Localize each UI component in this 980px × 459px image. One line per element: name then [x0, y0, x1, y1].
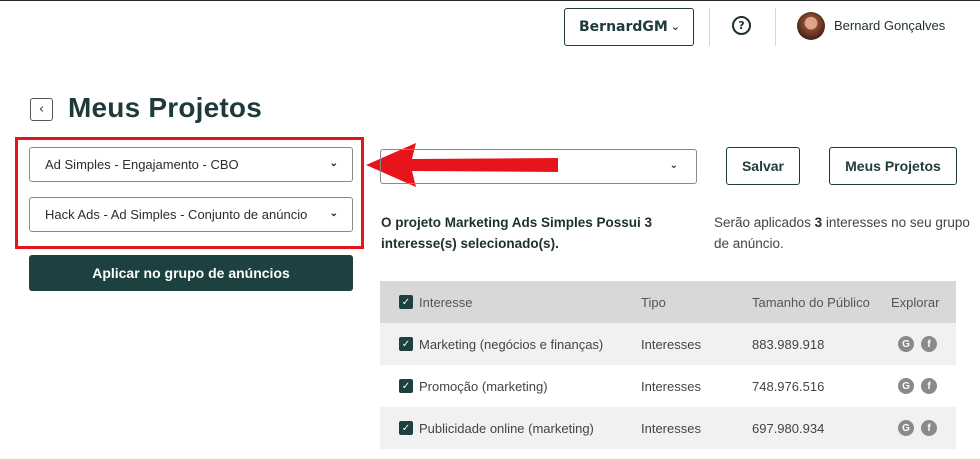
apply-info-text: Serão aplicados 3 interesses no seu grup… — [714, 212, 974, 254]
account-selector[interactable]: BernardGM ⌄ — [564, 8, 694, 46]
save-button[interactable]: Salvar — [726, 147, 800, 185]
chevron-down-icon: ⌄ — [329, 158, 338, 169]
explore-links: G f — [898, 378, 937, 394]
interest-type: Interesses — [641, 336, 701, 352]
chevron-down-icon: ⌄ — [669, 160, 678, 171]
row-checkbox[interactable]: ✓ — [399, 379, 413, 393]
facebook-icon[interactable]: f — [921, 336, 937, 352]
audience-size: 697.980.934 — [752, 420, 825, 436]
interests-table: ✓ Interesse Tipo Tamanho do Público Expl… — [380, 281, 956, 449]
column-header-interest: Interesse — [419, 294, 473, 310]
select-all-checkbox[interactable]: ✓ — [399, 295, 413, 309]
column-header-explore: Explorar — [891, 294, 940, 310]
google-icon[interactable]: G — [898, 420, 914, 436]
apply-info-count: 3 — [814, 215, 823, 230]
adset-dropdown[interactable]: Hack Ads - Ad Simples - Conjunto de anún… — [29, 197, 353, 232]
interest-type: Interesses — [641, 378, 701, 394]
campaign-dropdown[interactable]: Ad Simples - Engajamento - CBO ⌄ — [29, 147, 353, 182]
chevron-down-icon: ⌄ — [670, 20, 680, 33]
avatar[interactable] — [797, 12, 825, 40]
campaign-dropdown-value: Ad Simples - Engajamento - CBO — [45, 157, 239, 172]
audience-size: 883.989.918 — [752, 336, 825, 352]
explore-links: G f — [898, 420, 937, 436]
table-header: ✓ Interesse Tipo Tamanho do Público Expl… — [380, 281, 956, 323]
apply-to-adgroup-button[interactable]: Aplicar no grupo de anúncios — [29, 255, 353, 291]
table-row: ✓ Marketing (negócios e finanças) Intere… — [380, 323, 956, 365]
table-row: ✓ Promoção (marketing) Interesses 748.97… — [380, 365, 956, 407]
adset-dropdown-value: Hack Ads - Ad Simples - Conjunto de anún… — [45, 207, 308, 222]
header-divider — [775, 8, 776, 46]
project-info-text: O projeto Marketing Ads Simples Possui 3… — [381, 215, 653, 251]
header-divider — [709, 8, 710, 46]
column-header-audience: Tamanho do Público — [752, 294, 870, 310]
facebook-icon[interactable]: f — [921, 378, 937, 394]
top-border — [0, 0, 980, 1]
table-body: ✓ Marketing (negócios e finanças) Intere… — [380, 323, 956, 449]
help-icon[interactable]: ? — [732, 16, 751, 35]
chevron-down-icon: ⌄ — [329, 208, 338, 219]
user-name[interactable]: Bernard Gonçalves — [834, 18, 945, 33]
audience-size: 748.976.516 — [752, 378, 825, 394]
interest-name: Promoção (marketing) — [419, 378, 548, 394]
apply-info-prefix: Serão aplicados — [714, 215, 815, 230]
google-icon[interactable]: G — [898, 336, 914, 352]
column-header-type: Tipo — [641, 294, 666, 310]
interest-type: Interesses — [641, 420, 701, 436]
chevron-left-icon: ‹ — [38, 102, 45, 117]
interest-name: Publicidade online (marketing) — [419, 420, 594, 436]
project-dropdown[interactable]: ⌄ — [380, 149, 697, 184]
row-checkbox[interactable]: ✓ — [399, 421, 413, 435]
account-selector-label: BernardGM — [579, 19, 668, 35]
interest-name: Marketing (negócios e finanças) — [419, 336, 604, 352]
page-title: Meus Projetos — [68, 92, 262, 123]
my-projects-button[interactable]: Meus Projetos — [829, 147, 957, 185]
back-button[interactable]: ‹ — [30, 98, 53, 121]
explore-links: G f — [898, 336, 937, 352]
row-checkbox[interactable]: ✓ — [399, 337, 413, 351]
facebook-icon[interactable]: f — [921, 420, 937, 436]
google-icon[interactable]: G — [898, 378, 914, 394]
table-row: ✓ Publicidade online (marketing) Interes… — [380, 407, 956, 449]
